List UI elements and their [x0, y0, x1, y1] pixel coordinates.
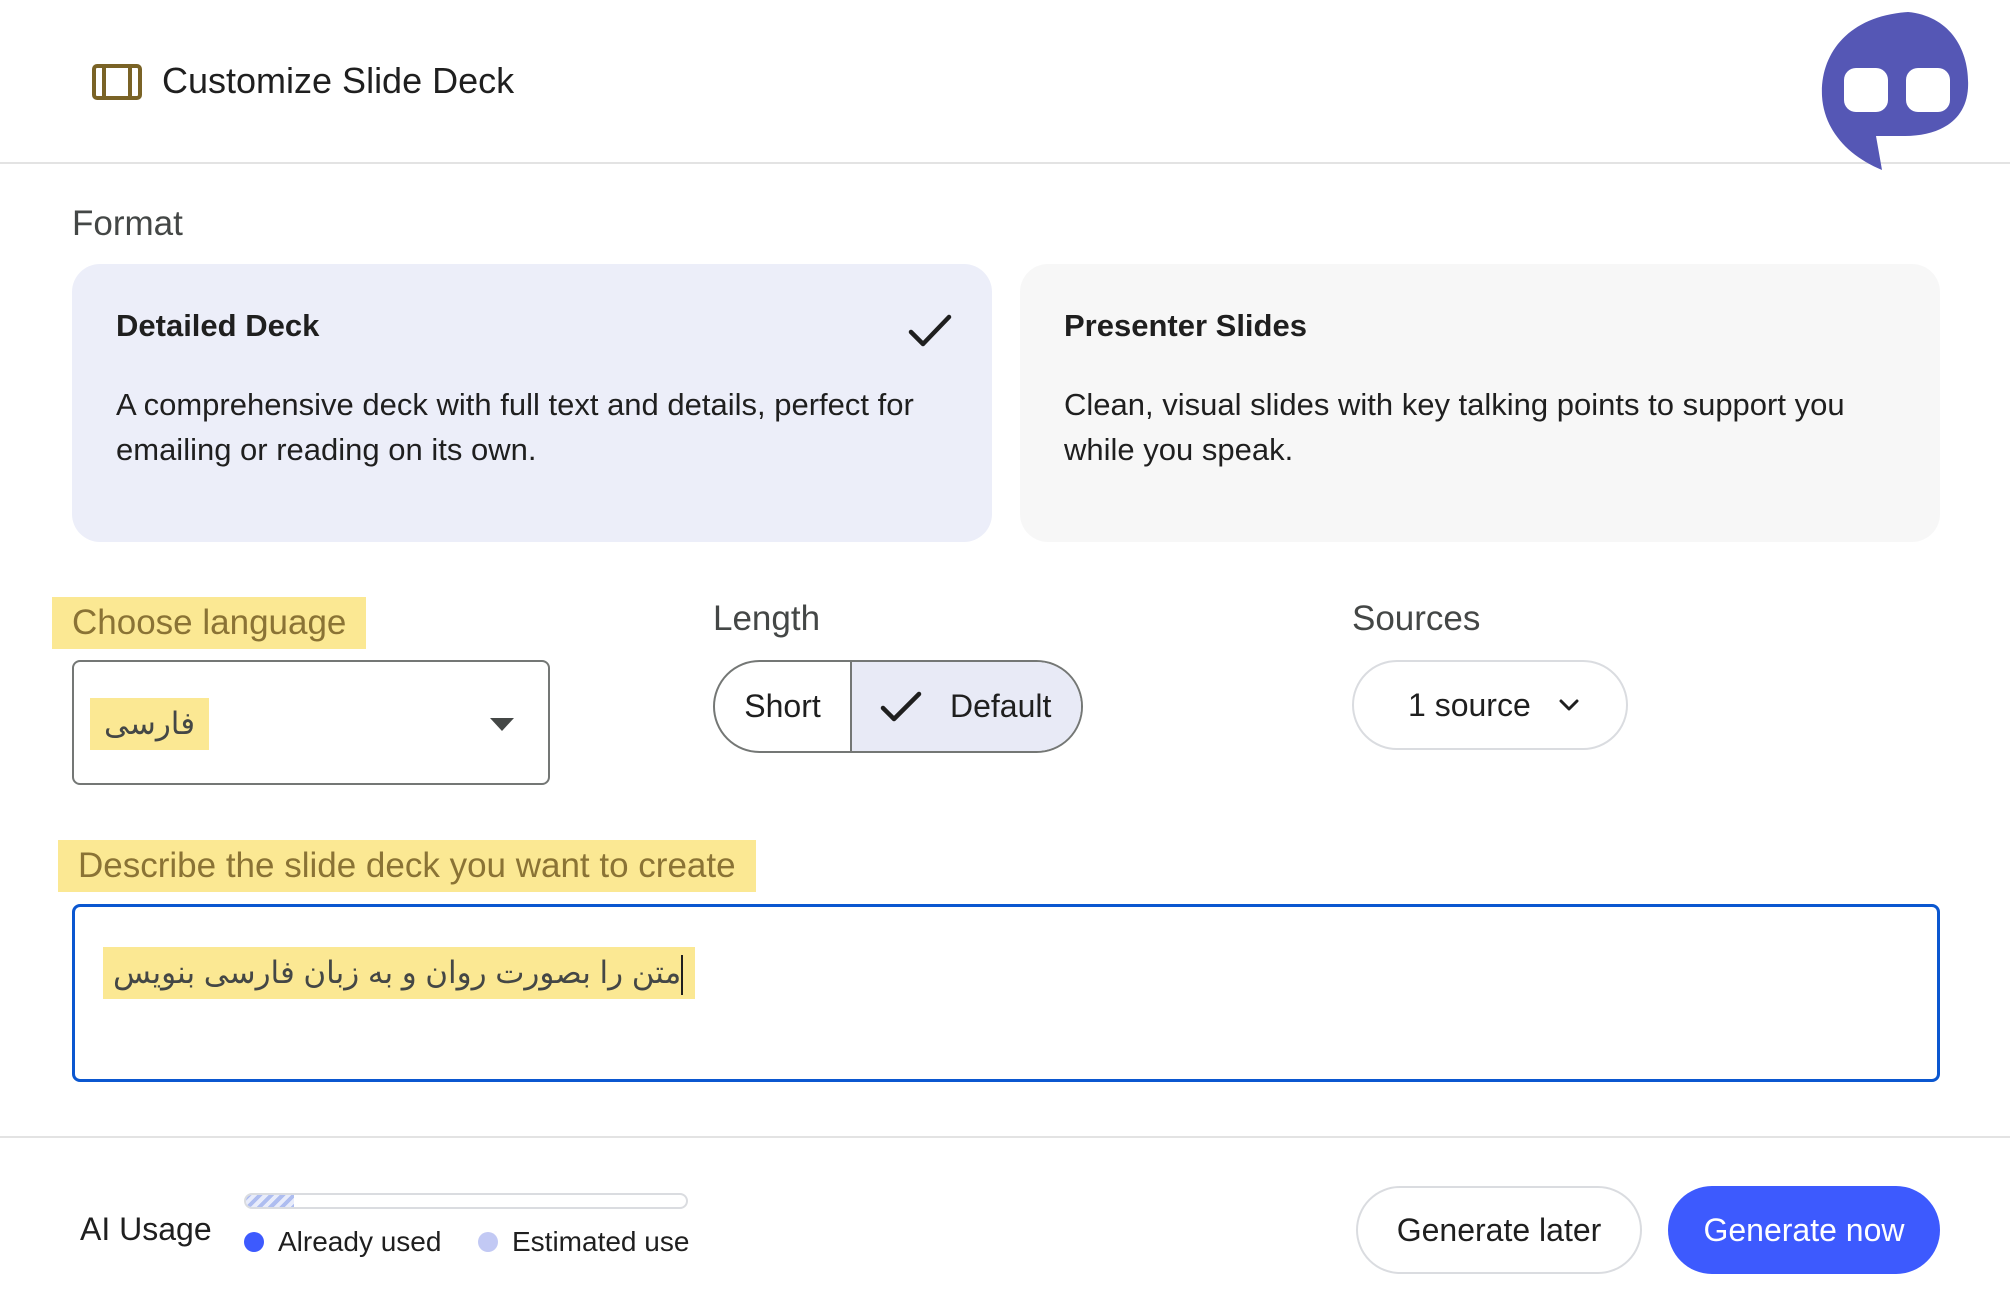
bot-logo-icon — [1821, 12, 1969, 170]
ai-usage-progress-fill — [246, 1195, 295, 1207]
sources-value: 1 source — [1408, 687, 1531, 723]
format-option-description: A comprehensive deck with full text and … — [116, 387, 914, 467]
length-segmented-control: Short Default — [713, 660, 1083, 753]
prompt-text: متن را بصورت روان و به زبان فارسی بنویس — [113, 955, 682, 990]
generate-now-button[interactable]: Generate now — [1668, 1186, 1940, 1274]
dialog-title: Customize Slide Deck — [162, 60, 515, 101]
already-used-dot — [244, 1232, 264, 1252]
format-option-presenter-slides[interactable]: Presenter Slides Clean, visual slides wi… — [1020, 264, 1940, 542]
format-option-title: Presenter Slides — [1064, 308, 1307, 343]
sources-dropdown-button[interactable]: 1 source — [1352, 660, 1628, 750]
length-option-default-label: Default — [950, 688, 1052, 724]
legend-estimated-use: Estimated use — [478, 1222, 689, 1262]
chevron-down-icon — [1559, 699, 1579, 711]
footer-divider — [0, 1136, 2010, 1138]
slides-icon — [92, 64, 142, 100]
ai-usage-label: AI Usage — [80, 1211, 212, 1247]
length-label: Length — [713, 599, 821, 638]
length-option-default[interactable]: Default — [852, 662, 1081, 751]
format-label: Format — [72, 204, 183, 243]
legend-estimated-use-label: Estimated use — [512, 1226, 690, 1257]
prompt-label: Describe the slide deck you want to crea… — [58, 840, 756, 892]
customize-slide-deck-dialog: Customize Slide Deck Format Detailed Dec… — [0, 0, 2010, 1316]
language-select-value: فارسی — [90, 698, 210, 750]
length-option-short[interactable]: Short — [715, 662, 852, 751]
legend-already-used: Already used — [244, 1222, 441, 1262]
prompt-textarea[interactable]: متن را بصورت روان و به زبان فارسی بنویس — [72, 904, 1940, 1082]
format-option-detailed-deck[interactable]: Detailed Deck A comprehensive deck with … — [72, 264, 992, 542]
language-select[interactable]: فارسی — [72, 660, 550, 785]
estimated-use-dot — [478, 1232, 498, 1252]
dropdown-arrow-icon — [490, 718, 514, 731]
check-icon — [880, 691, 922, 721]
format-option-title: Detailed Deck — [116, 308, 320, 343]
ai-usage-progress-bar — [244, 1193, 688, 1209]
legend-already-used-label: Already used — [278, 1226, 442, 1257]
text-cursor — [681, 954, 684, 995]
check-icon — [908, 314, 952, 347]
format-option-description: Clean, visual slides with key talking po… — [1064, 387, 1845, 467]
dialog-header: Customize Slide Deck — [0, 0, 2010, 164]
language-label: Choose language — [52, 597, 367, 649]
generate-later-button[interactable]: Generate later — [1356, 1186, 1642, 1274]
sources-label: Sources — [1352, 599, 1481, 638]
prompt-text-value: متن را بصورت روان و به زبان فارسی بنویس — [103, 947, 696, 999]
